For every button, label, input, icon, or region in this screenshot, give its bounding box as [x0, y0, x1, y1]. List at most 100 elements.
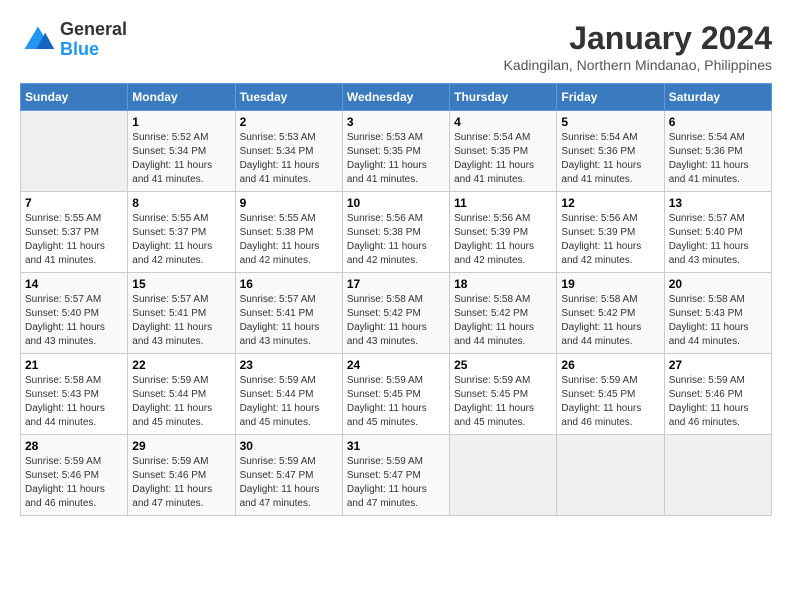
day-number: 24	[347, 358, 445, 372]
calendar-cell: 10 Sunrise: 5:56 AM Sunset: 5:38 PM Dayli…	[342, 192, 449, 273]
day-number: 1	[132, 115, 230, 129]
calendar-cell: 27 Sunrise: 5:59 AM Sunset: 5:46 PM Dayli…	[664, 354, 771, 435]
day-number: 5	[561, 115, 659, 129]
weekday-header-row: SundayMondayTuesdayWednesdayThursdayFrid…	[21, 84, 772, 111]
day-number: 19	[561, 277, 659, 291]
day-info: Sunrise: 5:54 AM Sunset: 5:35 PM Dayligh…	[454, 131, 552, 187]
day-info: Sunrise: 5:57 AM Sunset: 5:40 PM Dayligh…	[25, 293, 123, 349]
calendar-cell: 26 Sunrise: 5:59 AM Sunset: 5:45 PM Dayli…	[557, 354, 664, 435]
day-info: Sunrise: 5:59 AM Sunset: 5:44 PM Dayligh…	[132, 374, 230, 430]
calendar-week-5: 28 Sunrise: 5:59 AM Sunset: 5:46 PM Dayli…	[21, 435, 772, 516]
day-number: 14	[25, 277, 123, 291]
day-info: Sunrise: 5:54 AM Sunset: 5:36 PM Dayligh…	[561, 131, 659, 187]
weekday-header-saturday: Saturday	[664, 84, 771, 111]
day-number: 8	[132, 196, 230, 210]
calendar-cell: 6Sunrise: 5:54 AM Sunset: 5:36 PM Daylig…	[664, 111, 771, 192]
day-info: Sunrise: 5:58 AM Sunset: 5:42 PM Dayligh…	[454, 293, 552, 349]
calendar-cell: 4 Sunrise: 5:54 AM Sunset: 5:35 PM Daylig…	[450, 111, 557, 192]
weekday-header-wednesday: Wednesday	[342, 84, 449, 111]
day-info: Sunrise: 5:59 AM Sunset: 5:46 PM Dayligh…	[25, 455, 123, 511]
day-number: 20	[669, 277, 767, 291]
calendar-cell: 3 Sunrise: 5:53 AM Sunset: 5:35 PM Daylig…	[342, 111, 449, 192]
day-info: Sunrise: 5:56 AM Sunset: 5:39 PM Dayligh…	[454, 212, 552, 268]
calendar-cell: 24 Sunrise: 5:59 AM Sunset: 5:45 PM Dayli…	[342, 354, 449, 435]
calendar-week-2: 7 Sunrise: 5:55 AM Sunset: 5:37 PM Daylig…	[21, 192, 772, 273]
day-number: 28	[25, 439, 123, 453]
day-number: 13	[669, 196, 767, 210]
calendar-cell: 14 Sunrise: 5:57 AM Sunset: 5:40 PM Dayli…	[21, 273, 128, 354]
day-info: Sunrise: 5:55 AM Sunset: 5:37 PM Dayligh…	[25, 212, 123, 268]
day-info: Sunrise: 5:59 AM Sunset: 5:45 PM Dayligh…	[347, 374, 445, 430]
day-number: 3	[347, 115, 445, 129]
day-number: 16	[240, 277, 338, 291]
calendar-cell: 22 Sunrise: 5:59 AM Sunset: 5:44 PM Dayli…	[128, 354, 235, 435]
calendar-cell: 8Sunrise: 5:55 AM Sunset: 5:37 PM Daylig…	[128, 192, 235, 273]
day-number: 23	[240, 358, 338, 372]
day-number: 7	[25, 196, 123, 210]
calendar-cell: 20 Sunrise: 5:58 AM Sunset: 5:43 PM Dayli…	[664, 273, 771, 354]
weekday-header-friday: Friday	[557, 84, 664, 111]
day-info: Sunrise: 5:56 AM Sunset: 5:39 PM Dayligh…	[561, 212, 659, 268]
calendar-table: SundayMondayTuesdayWednesdayThursdayFrid…	[20, 83, 772, 516]
calendar-cell: 25 Sunrise: 5:59 AM Sunset: 5:45 PM Dayli…	[450, 354, 557, 435]
calendar-cell: 29Sunrise: 5:59 AM Sunset: 5:46 PM Dayli…	[128, 435, 235, 516]
day-number: 26	[561, 358, 659, 372]
day-number: 22	[132, 358, 230, 372]
day-info: Sunrise: 5:58 AM Sunset: 5:43 PM Dayligh…	[669, 293, 767, 349]
day-info: Sunrise: 5:59 AM Sunset: 5:47 PM Dayligh…	[347, 455, 445, 511]
day-number: 2	[240, 115, 338, 129]
day-info: Sunrise: 5:59 AM Sunset: 5:44 PM Dayligh…	[240, 374, 338, 430]
day-info: Sunrise: 5:59 AM Sunset: 5:45 PM Dayligh…	[561, 374, 659, 430]
day-info: Sunrise: 5:59 AM Sunset: 5:45 PM Dayligh…	[454, 374, 552, 430]
day-number: 15	[132, 277, 230, 291]
calendar-week-3: 14 Sunrise: 5:57 AM Sunset: 5:40 PM Dayli…	[21, 273, 772, 354]
day-info: Sunrise: 5:59 AM Sunset: 5:46 PM Dayligh…	[669, 374, 767, 430]
day-info: Sunrise: 5:58 AM Sunset: 5:42 PM Dayligh…	[347, 293, 445, 349]
day-info: Sunrise: 5:52 AM Sunset: 5:34 PM Dayligh…	[132, 131, 230, 187]
calendar-cell	[664, 435, 771, 516]
month-title: January 2024	[503, 20, 772, 57]
day-number: 25	[454, 358, 552, 372]
day-number: 31	[347, 439, 445, 453]
day-number: 17	[347, 277, 445, 291]
day-number: 12	[561, 196, 659, 210]
calendar-cell: 5 Sunrise: 5:54 AM Sunset: 5:36 PM Daylig…	[557, 111, 664, 192]
calendar-week-4: 21Sunrise: 5:58 AM Sunset: 5:43 PM Dayli…	[21, 354, 772, 435]
calendar-cell: 2Sunrise: 5:53 AM Sunset: 5:34 PM Daylig…	[235, 111, 342, 192]
calendar-cell: 9 Sunrise: 5:55 AM Sunset: 5:38 PM Daylig…	[235, 192, 342, 273]
day-info: Sunrise: 5:54 AM Sunset: 5:36 PM Dayligh…	[669, 131, 767, 187]
calendar-cell: 13Sunrise: 5:57 AM Sunset: 5:40 PM Dayli…	[664, 192, 771, 273]
location-title: Kadingilan, Northern Mindanao, Philippin…	[503, 57, 772, 73]
calendar-cell	[557, 435, 664, 516]
day-number: 9	[240, 196, 338, 210]
logo-text: General Blue	[60, 20, 127, 60]
day-info: Sunrise: 5:53 AM Sunset: 5:35 PM Dayligh…	[347, 131, 445, 187]
day-info: Sunrise: 5:58 AM Sunset: 5:43 PM Dayligh…	[25, 374, 123, 430]
weekday-header-thursday: Thursday	[450, 84, 557, 111]
calendar-cell: 15 Sunrise: 5:57 AM Sunset: 5:41 PM Dayli…	[128, 273, 235, 354]
day-info: Sunrise: 5:55 AM Sunset: 5:38 PM Dayligh…	[240, 212, 338, 268]
weekday-header-sunday: Sunday	[21, 84, 128, 111]
calendar-week-1: 1 Sunrise: 5:52 AM Sunset: 5:34 PM Daylig…	[21, 111, 772, 192]
calendar-cell: 30Sunrise: 5:59 AM Sunset: 5:47 PM Dayli…	[235, 435, 342, 516]
day-number: 18	[454, 277, 552, 291]
calendar-cell: 19Sunrise: 5:58 AM Sunset: 5:42 PM Dayli…	[557, 273, 664, 354]
weekday-header-tuesday: Tuesday	[235, 84, 342, 111]
calendar-cell: 16Sunrise: 5:57 AM Sunset: 5:41 PM Dayli…	[235, 273, 342, 354]
page-header: General Blue January 2024 Kadingilan, No…	[20, 20, 772, 73]
logo-icon	[20, 22, 56, 58]
day-number: 4	[454, 115, 552, 129]
day-info: Sunrise: 5:56 AM Sunset: 5:38 PM Dayligh…	[347, 212, 445, 268]
day-number: 30	[240, 439, 338, 453]
day-number: 29	[132, 439, 230, 453]
calendar-cell: 11Sunrise: 5:56 AM Sunset: 5:39 PM Dayli…	[450, 192, 557, 273]
calendar-cell: 28 Sunrise: 5:59 AM Sunset: 5:46 PM Dayli…	[21, 435, 128, 516]
calendar-cell: 1 Sunrise: 5:52 AM Sunset: 5:34 PM Daylig…	[128, 111, 235, 192]
day-info: Sunrise: 5:57 AM Sunset: 5:41 PM Dayligh…	[132, 293, 230, 349]
calendar-cell: 17 Sunrise: 5:58 AM Sunset: 5:42 PM Dayli…	[342, 273, 449, 354]
logo: General Blue	[20, 20, 127, 60]
day-number: 10	[347, 196, 445, 210]
title-block: January 2024 Kadingilan, Northern Mindan…	[503, 20, 772, 73]
weekday-header-monday: Monday	[128, 84, 235, 111]
day-number: 27	[669, 358, 767, 372]
